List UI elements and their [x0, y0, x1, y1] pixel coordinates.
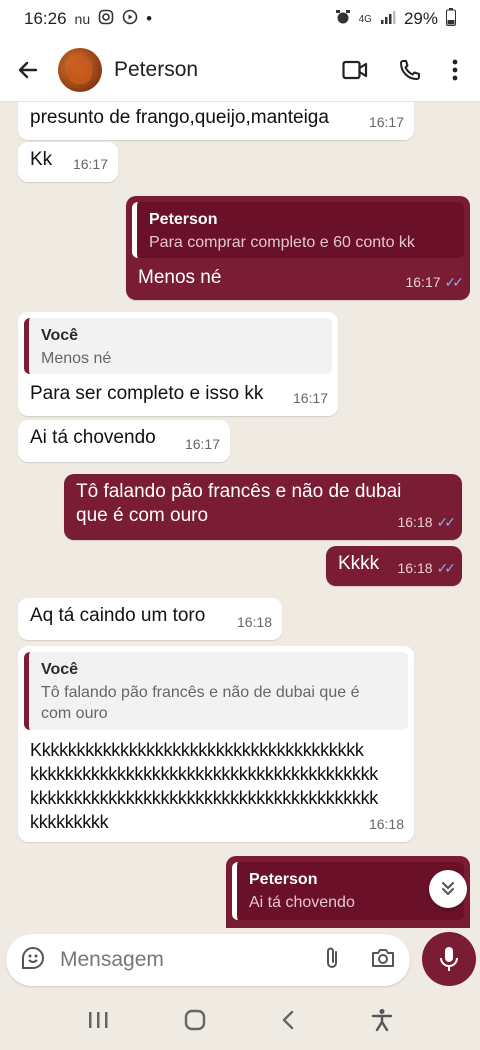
quote-text-line: com ouro [41, 705, 108, 722]
contact-name[interactable]: Peterson [114, 58, 198, 82]
microphone-icon [440, 947, 458, 971]
youtube-icon [122, 9, 138, 30]
sticker-icon[interactable] [20, 945, 46, 976]
quote-text: Menos né [41, 350, 112, 367]
message-text: Kkkk [338, 553, 380, 574]
back-nav-icon[interactable] [280, 1009, 296, 1037]
message-input[interactable]: Mensagem [60, 948, 322, 972]
message-time: 16:17 [184, 436, 220, 452]
message-text-line: kkkkkkkkk [30, 812, 109, 832]
message-input-bar: Mensagem [6, 934, 410, 986]
message-incoming[interactable]: Você Tô falando pão francês e não de dub… [18, 646, 414, 842]
nu-icon: nu [74, 11, 91, 27]
recent-apps-icon[interactable] [87, 1010, 109, 1036]
voice-call-icon[interactable] [398, 58, 422, 82]
double-chevron-down-icon [442, 882, 454, 895]
status-time: 16:26 [24, 9, 67, 28]
message-time: 16:18 ✓✓ [397, 560, 457, 576]
chat-area[interactable]: presunto de frango,queijo,manteiga 16:17… [0, 102, 480, 928]
message-text: Menos né [138, 267, 222, 288]
quote-author: Você [41, 661, 79, 678]
battery-percent: 29% [403, 9, 438, 28]
message-time: 16:17 [72, 156, 108, 172]
quote-author: Você [41, 327, 79, 344]
home-icon[interactable] [184, 1009, 206, 1037]
quote-text: Para comprar completo e 60 conto kk [149, 234, 415, 251]
message-incoming[interactable]: Você Menos né Para ser completo e isso k… [18, 312, 338, 416]
message-text-line: Tô falando pão francês e não de dubai [76, 481, 402, 502]
message-text: Para ser completo e isso kk [30, 383, 264, 404]
quoted-message[interactable]: Você Tô falando pão francês e não de dub… [24, 652, 408, 730]
system-nav-bar [0, 996, 480, 1050]
message-outgoing[interactable]: Kkkk 16:18 ✓✓ [326, 546, 462, 586]
message-outgoing[interactable]: Tô falando pão francês e não de dubai qu… [64, 474, 462, 540]
read-ticks-icon: ✓✓ [436, 560, 457, 576]
quote-author: Peterson [249, 871, 318, 888]
video-call-icon[interactable] [342, 59, 368, 81]
message-text-line: que é com ouro [76, 505, 209, 526]
contact-avatar[interactable] [58, 47, 102, 92]
message-text-line: kkkkkkkkkkkkkkkkkkkkkkkkkkkkkkkkkkkkkkkk [30, 788, 379, 808]
message-text: Kk [30, 149, 53, 170]
quote-text: Ai tá chovendo [249, 894, 355, 911]
signal-icon [380, 9, 396, 30]
battery-icon [446, 7, 456, 31]
status-bar: 16:26 nu • 4G 29% [0, 0, 480, 38]
more-options-icon[interactable] [452, 59, 458, 81]
message-text-line: kkkkkkkkkkkkkkkkkkkkkkkkkkkkkkkkkkkkkkkk [30, 764, 379, 784]
message-outgoing[interactable]: Peterson Para comprar completo e 60 cont… [126, 196, 470, 300]
quoted-message[interactable]: Você Menos né [24, 318, 332, 374]
quoted-message[interactable]: Peterson Para comprar completo e 60 cont… [132, 202, 464, 258]
chat-header: Peterson [0, 38, 480, 102]
attach-icon[interactable] [322, 945, 342, 976]
dot-icon: • [146, 9, 153, 28]
message-text: presunto de frango,queijo,manteiga [30, 107, 329, 128]
message-incoming[interactable]: Aq tá caindo um toro 16:18 [18, 598, 282, 640]
read-ticks-icon: ✓✓ [444, 274, 465, 290]
message-text-line: Kkkkkkkkkkkkkkkkkkkkkkkkkkkkkkkkkkkkkk [30, 740, 364, 760]
message-incoming[interactable]: presunto de frango,queijo,manteiga 16:17 [18, 102, 414, 140]
message-text: Ai tá chovendo [30, 427, 156, 448]
message-time: 16:18 [368, 816, 404, 832]
message-text: Aq tá caindo um toro [30, 605, 206, 626]
quote-text-line: Tô falando pão francês e não de dubai qu… [41, 684, 360, 701]
network-4g-icon: 4G [358, 13, 372, 25]
message-time: 16:17 [368, 114, 404, 130]
alarm-icon [335, 9, 351, 30]
message-time: 16:17 [292, 390, 328, 406]
back-arrow-icon[interactable] [12, 54, 44, 86]
quote-author: Peterson [149, 211, 218, 228]
message-incoming[interactable]: Kk 16:17 [18, 142, 118, 182]
voice-message-button[interactable] [422, 932, 476, 986]
message-time: 16:17 ✓✓ [405, 274, 465, 290]
message-time: 16:18 ✓✓ [397, 514, 457, 530]
instagram-icon [98, 9, 114, 30]
message-incoming[interactable]: Ai tá chovendo 16:17 [18, 420, 230, 462]
read-ticks-icon: ✓✓ [436, 514, 457, 530]
message-time: 16:18 [236, 614, 272, 630]
camera-icon[interactable] [370, 946, 396, 975]
accessibility-icon[interactable] [371, 1008, 393, 1038]
scroll-to-bottom-button[interactable] [429, 870, 467, 908]
